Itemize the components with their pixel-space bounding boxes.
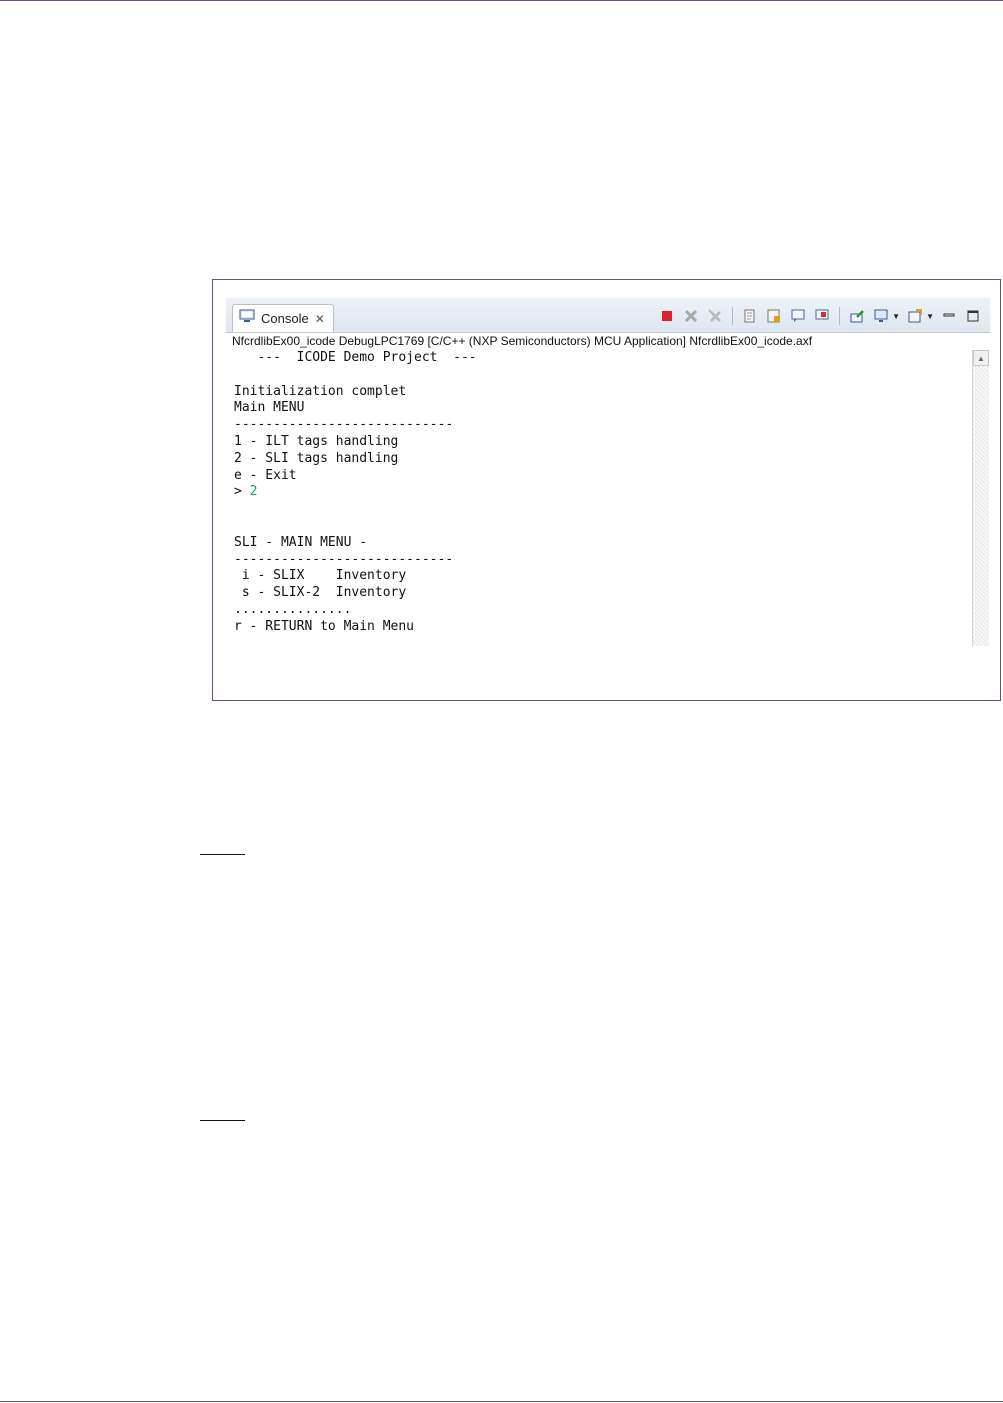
toolbar-separator [732, 307, 734, 325]
console-line: --- ICODE Demo Project --- [234, 350, 477, 365]
console-toolbar: ▼ ▼ [658, 306, 982, 326]
remove-launch-icon[interactable] [682, 307, 700, 325]
remove-all-terminated-icon[interactable] [706, 307, 724, 325]
console-view: Console ✕ ▼ ▼ NfcrdlibEx00_icode DebugLP… [226, 298, 990, 648]
text-underline-mark [200, 854, 245, 855]
launch-configuration-label: NfcrdlibEx00_icode DebugLPC1769 [C/C++ (… [232, 334, 813, 348]
page-top-rule [0, 0, 1003, 1]
minimize-icon[interactable] [940, 307, 958, 325]
console-tabbar: Console ✕ ▼ ▼ [226, 298, 990, 333]
console-prompt: > [234, 484, 250, 500]
clear-console-icon[interactable] [741, 307, 759, 325]
console-output[interactable]: --- ICODE Demo Project --- Initializatio… [234, 350, 966, 646]
console-line: ---------------------------- [234, 551, 454, 567]
console-line: i - SLIX Inventory [234, 568, 407, 584]
console-line: 1 - ILT tags handling [234, 433, 399, 449]
display-selected-console-icon[interactable] [872, 307, 890, 325]
show-on-stderr-icon[interactable] [813, 307, 831, 325]
console-tab-label: Console [261, 311, 309, 326]
text-underline-mark [200, 1120, 245, 1121]
scroll-lock-icon[interactable] [765, 307, 783, 325]
scroll-up-icon[interactable]: ▲ [973, 350, 989, 366]
console-line: Main MENU [234, 400, 305, 416]
console-line: Initialization complet [234, 383, 407, 399]
console-prompt-line: > 2 [234, 484, 966, 501]
tab-console[interactable]: Console ✕ [232, 304, 334, 332]
console-line: s - SLIX-2 Inventory [234, 585, 407, 601]
vertical-scrollbar[interactable]: ▲ [972, 350, 989, 646]
page-bottom-rule [0, 1401, 1003, 1402]
console-line: e - Exit [234, 467, 297, 483]
console-view-icon [239, 309, 255, 328]
show-on-stdout-icon[interactable] [789, 307, 807, 325]
chevron-down-icon[interactable]: ▼ [926, 312, 934, 321]
console-line: 2 - SLI tags handling [234, 450, 399, 466]
chevron-down-icon[interactable]: ▼ [892, 312, 900, 321]
maximize-icon[interactable] [964, 307, 982, 325]
console-line: SLI - MAIN MENU - [234, 534, 368, 550]
console-line: ............... [234, 601, 352, 617]
terminate-icon[interactable] [658, 307, 676, 325]
console-user-input: 2 [249, 484, 258, 500]
pin-console-icon[interactable] [848, 307, 866, 325]
open-console-icon[interactable] [906, 307, 924, 325]
toolbar-separator [839, 307, 841, 325]
close-icon[interactable]: ✕ [315, 312, 325, 326]
console-line: ---------------------------- [234, 417, 454, 433]
console-line: r - RETURN to Main Menu [234, 618, 415, 634]
screenshot-frame: Console ✕ ▼ ▼ NfcrdlibEx00_icode DebugLP… [212, 279, 1001, 701]
